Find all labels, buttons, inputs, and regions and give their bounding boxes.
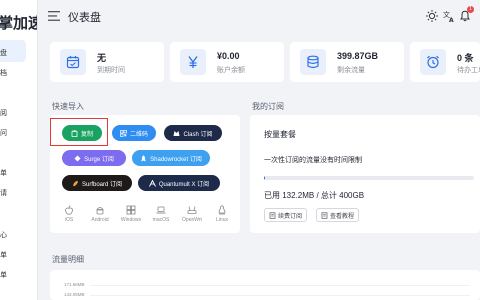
sidebar-item-docs[interactable]: 档 [0, 68, 7, 78]
theme-sun-icon[interactable] [426, 10, 438, 22]
translate-icon[interactable]: 文 A [443, 10, 455, 22]
platform-windows[interactable]: Windows [116, 205, 146, 223]
windows-icon [126, 205, 136, 215]
sidebar-item-traffic[interactable]: 单 [0, 270, 7, 280]
surge-button-label: Surge 订阅 [84, 156, 114, 163]
clipboard-icon [71, 129, 78, 137]
traffic-grid-line [90, 285, 470, 286]
plan-name: 按量套餐 [264, 130, 296, 139]
platform-label: OpenWrt [182, 217, 202, 223]
platform-label: macOS [152, 217, 170, 223]
stat-value: 无 [97, 53, 107, 63]
alarm-clock-icon [427, 55, 439, 69]
sidebar-item-center[interactable]: 心 [0, 230, 7, 240]
rocket-icon [141, 154, 147, 161]
android-icon [96, 207, 104, 215]
quick-import-title: 快速导入 [52, 102, 84, 111]
surfboard-button-label: Surfboard 订阅 [81, 181, 123, 188]
stat-card-balance: ¥0.00 账户余额 [170, 42, 284, 82]
platform-label: Android [91, 217, 109, 223]
renew-button[interactable]: 续费订阅 [264, 208, 308, 222]
traffic-progress-fill [264, 176, 266, 180]
traffic-progress-bar [264, 176, 474, 180]
surge-icon [74, 155, 81, 161]
receipt-icon [269, 211, 276, 219]
yen-icon [188, 56, 198, 68]
apple-icon [65, 205, 73, 215]
shadowrocket-subscribe-button[interactable]: Shadowrocket 订阅 [132, 150, 210, 166]
stat-card-tickets: 0 条 待办工单 [410, 42, 480, 82]
tutorial-button-label: 查看教程 [330, 213, 355, 220]
stat-label: 待办工单 [457, 67, 480, 74]
platform-label: iOS [64, 217, 74, 223]
stat-card-traffic: 399.87GB 剩余流量 [290, 42, 404, 82]
stat-value: ¥0.00 [217, 51, 240, 61]
sidebar-item-subscribe[interactable]: 阅 [0, 108, 7, 118]
surfboard-subscribe-button[interactable]: Surfboard 订阅 [62, 175, 132, 191]
plan-reset-note: 一次性订阅的流量没有时间限制 [264, 157, 362, 164]
traffic-usage: 已用 132.2MB / 总计 400GB [264, 191, 365, 200]
page-title: 仪表盘 [68, 12, 101, 24]
copy-button[interactable]: 复制 [62, 125, 102, 141]
platform-linux[interactable]: Linux [207, 205, 237, 223]
qrcode-button-label: 二维码 [129, 131, 148, 138]
tutorial-button[interactable]: 查看教程 [316, 208, 360, 222]
clash-icon [173, 130, 180, 136]
quantumult-icon [148, 179, 156, 187]
platform-android[interactable]: Android [85, 205, 115, 223]
brand-name: 掌加速 [0, 15, 37, 32]
clash-button-label: Clash 订阅 [183, 131, 213, 138]
database-icon [307, 55, 319, 69]
sidebar-item-invite[interactable]: 请 [0, 188, 7, 198]
traffic-tick-label: 143.05MB [64, 292, 85, 297]
platform-label: Linux [216, 217, 228, 223]
subscription-title: 我的订阅 [252, 102, 284, 111]
stat-label: 账户余额 [217, 67, 245, 74]
traffic-details-title: 流量明细 [52, 255, 84, 264]
stat-card-expiry: 无 到期时间 [50, 42, 164, 82]
traffic-tick-label: 171.66MB [64, 282, 85, 287]
platform-ios[interactable]: iOS [54, 205, 84, 223]
router-icon [187, 206, 197, 214]
copy-button-label: 复制 [80, 131, 93, 138]
sidebar-item-orders[interactable]: 单 [0, 168, 7, 178]
sidebar: 掌加速 盘 档 阅 问 单 请 心 单 单 [0, 0, 38, 300]
stat-label: 剩余流量 [337, 67, 365, 74]
qrcode-button[interactable]: 二维码 [112, 125, 156, 141]
quantumultx-button-label: Quantumult X 订阅 [158, 181, 210, 188]
linux-icon [218, 205, 226, 215]
notification-badge: 1 [467, 6, 474, 13]
traffic-grid-line [90, 295, 470, 296]
qrcode-icon [120, 129, 127, 137]
stat-value: 0 条 [457, 53, 474, 63]
top-bar: 仪表盘 文 A 1 [38, 0, 480, 34]
menu-icon[interactable] [48, 11, 60, 21]
surfboard-icon [73, 180, 78, 186]
shadowrocket-button-label: Shadowrocket 订阅 [150, 156, 202, 163]
renew-button-label: 续费订阅 [278, 213, 303, 220]
sidebar-item-faq[interactable]: 问 [0, 128, 7, 138]
document-icon [321, 211, 328, 219]
stat-label: 到期时间 [97, 67, 125, 74]
calendar-icon [66, 56, 80, 69]
platform-openwrt[interactable]: OpenWrt [177, 205, 207, 223]
platform-label: Windows [120, 217, 142, 223]
quantumultx-subscribe-button[interactable]: Quantumult X 订阅 [138, 175, 220, 191]
laptop-icon [156, 206, 166, 214]
surge-subscribe-button[interactable]: Surge 订阅 [62, 150, 126, 166]
platform-macos[interactable]: macOS [146, 205, 176, 223]
stat-value: 399.87GB [337, 51, 379, 61]
sidebar-item-dashboard[interactable]: 盘 [0, 48, 7, 58]
sidebar-item-tickets[interactable]: 单 [0, 250, 7, 260]
svg-text:A: A [449, 17, 454, 22]
clash-subscribe-button[interactable]: Clash 订阅 [164, 125, 222, 141]
